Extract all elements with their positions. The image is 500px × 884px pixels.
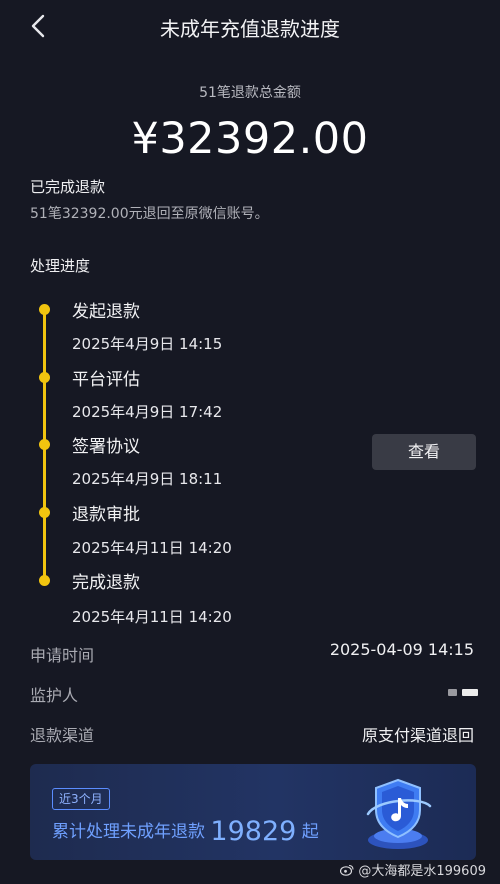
step-name: 退款审批 — [72, 505, 140, 525]
refund-total-label: 51笔退款总金额 — [199, 85, 301, 101]
watermark: @大海都是水199609 — [340, 860, 486, 879]
step-time: 2025年4月11日 14:20 — [72, 539, 232, 557]
refund-channel-label: 退款渠道 — [30, 726, 95, 745]
timeline-dot — [39, 575, 50, 586]
timeline-dot — [39, 304, 50, 315]
refund-channel-value: 原支付渠道退回 — [361, 726, 474, 745]
step-time: 2025年4月11日 14:20 — [72, 608, 232, 626]
stats-banner[interactable]: 近3个月 累计处理未成年退款 19829 起 — [30, 764, 476, 860]
step-name: 发起退款 — [72, 302, 140, 322]
step-name: 签署协议 — [72, 437, 140, 457]
completed-title: 已完成退款 — [30, 178, 106, 196]
header-bar: 未成年充值退款进度 — [0, 0, 500, 52]
progress-section-title: 处理进度 — [30, 257, 91, 275]
apply-time-label: 申请时间 — [30, 646, 95, 665]
view-agreement-button[interactable]: 查看 — [372, 434, 476, 470]
timeline-dot — [39, 372, 50, 383]
timeline-dot — [39, 439, 50, 450]
refund-total-amount: ¥32392.00 — [131, 114, 369, 164]
apply-time-value: 2025-04-09 14:15 — [329, 640, 474, 659]
completed-description: 51笔32392.00元退回至原微信账号。 — [30, 206, 269, 222]
step-time: 2025年4月9日 17:42 — [72, 403, 223, 421]
stats-text-suffix: 起 — [301, 822, 319, 842]
stats-text-prefix: 累计处理未成年退款 — [52, 822, 205, 842]
timeline-dot — [39, 507, 50, 518]
guardian-label: 监护人 — [30, 686, 79, 705]
step-time: 2025年4月9日 14:15 — [72, 335, 223, 353]
page-title: 未成年充值退款进度 — [160, 17, 340, 41]
shield-logo-icon — [358, 774, 436, 854]
period-badge: 近3个月 — [52, 788, 110, 810]
stats-text: 累计处理未成年退款 19829 起 — [52, 816, 319, 847]
watermark-text: @大海都是水199609 — [358, 864, 486, 879]
step-time: 2025年4月9日 18:11 — [72, 470, 223, 488]
guardian-masked-value — [448, 689, 478, 696]
weibo-icon — [340, 864, 354, 876]
step-name: 完成退款 — [72, 573, 140, 593]
stats-count: 19829 — [210, 816, 297, 847]
step-name: 平台评估 — [72, 370, 140, 390]
